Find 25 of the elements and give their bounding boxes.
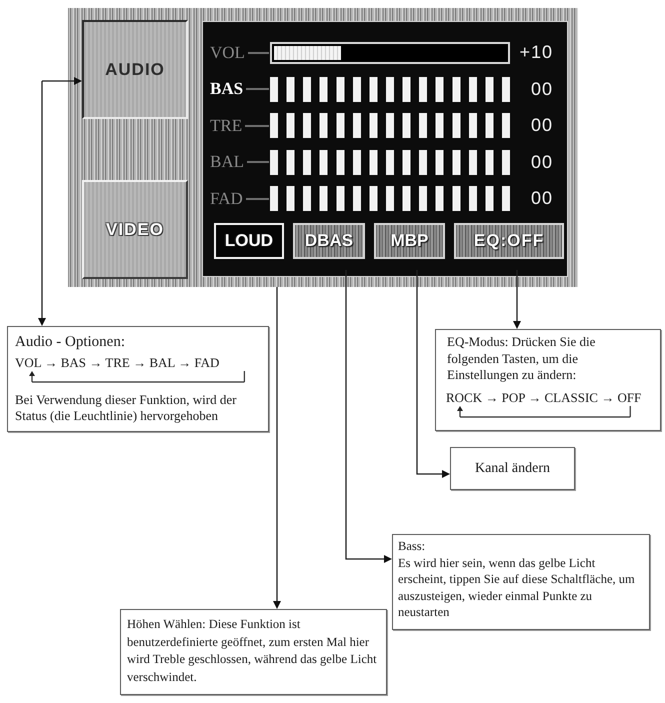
setting-label: TRE <box>210 116 242 136</box>
callout-text: Höhen Wählen: Diese Funktion ist benutzerdefinierte geöffnet, zum ersten Mal hier wird Treble geschlossen, während das gelbe Licht verschwindet. <box>127 616 378 686</box>
callout-heading: Bass: <box>398 538 426 554</box>
setting-value: +10 <box>518 42 553 63</box>
flow-text: VOL → BAS → TRE → BAL → FAD <box>15 355 220 371</box>
callout-text: Es wird hier sein, wenn das gelbe Licht erscheint, tippen Sie auf diese Schaltfläche, um auszusteigen, wieder einmal Punkte zu neustarten <box>398 554 636 620</box>
setting-value: 00 <box>530 115 553 136</box>
source-tab[interactable]: AUDIO <box>82 20 188 119</box>
setting-value: 00 <box>530 78 553 100</box>
callout-text: EQ-Modus: Drücken Sie die folgenden Tasten, um die Einstellungen zu ändern: <box>447 334 596 384</box>
callout-heading: Audio - Optionen: <box>15 333 126 352</box>
callout-text: Bei Verwendung dieser Funktion, wird der Status (die Leuchtlinie) hervorgehoben <box>15 392 238 424</box>
setting-label: BAL <box>210 152 244 172</box>
source-tab[interactable]: VIDEO <box>82 180 188 279</box>
mode-button[interactable]: LOUD <box>214 222 284 258</box>
mode-button[interactable]: DBAS <box>293 222 365 258</box>
callout-text: Kanal ändern <box>474 460 550 476</box>
mode-button[interactable]: EQ:OFF <box>454 222 564 258</box>
flow-text: ROCK → POP → CLASSIC → OFF <box>446 390 642 406</box>
setting-label: FAD <box>210 188 243 208</box>
setting-label: BAS <box>210 79 244 99</box>
setting-value: 00 <box>530 152 553 172</box>
mode-button[interactable]: MBP <box>374 222 445 258</box>
setting-value: 00 <box>530 188 553 209</box>
setting-label: VOL <box>210 42 245 62</box>
